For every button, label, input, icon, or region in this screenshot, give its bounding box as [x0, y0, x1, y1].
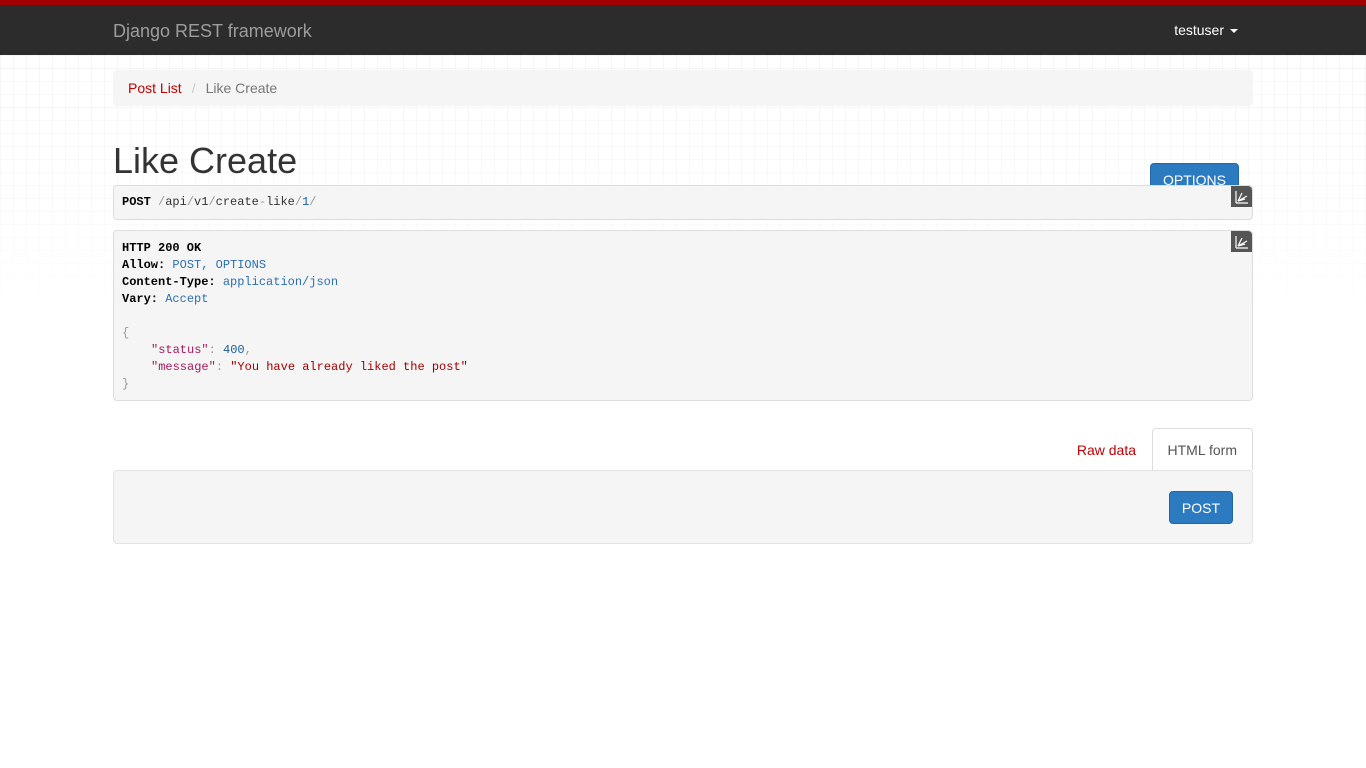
html-form-panel: POST: [113, 470, 1253, 544]
caret-down-icon: [1230, 29, 1238, 33]
tab-raw-data[interactable]: Raw data: [1062, 428, 1151, 471]
breadcrumb-post-list[interactable]: Post List: [128, 80, 182, 96]
tab-html-form[interactable]: HTML form: [1151, 428, 1253, 471]
brand-link[interactable]: Django REST framework: [113, 21, 312, 42]
json-open-brace: {: [122, 326, 130, 340]
page-header: Like Create OPTIONS: [113, 106, 1253, 196]
header-line: Vary: Accept: [122, 291, 1244, 308]
path-part: /: [186, 195, 195, 209]
path-part: api: [165, 195, 187, 209]
json-key: "message": [151, 360, 216, 374]
path-part: v1: [194, 195, 209, 209]
user-dropdown[interactable]: testuser: [1174, 22, 1238, 38]
prettyprint-icon[interactable]: [1231, 231, 1252, 252]
path-part: /: [309, 195, 317, 209]
breadcrumb: Post List / Like Create: [113, 70, 1253, 106]
response-info: HTTP 200 OK Allow: POST, OPTIONS Content…: [113, 230, 1253, 401]
path-part: like: [266, 195, 295, 209]
request-method: POST: [122, 195, 151, 209]
header-name: Vary:: [122, 292, 159, 306]
form-tabs: Raw data HTML form: [113, 428, 1253, 471]
header-value: POST, OPTIONS: [172, 258, 267, 272]
top-navbar: Django REST framework testuser: [0, 0, 1366, 55]
json-key: "status": [151, 343, 209, 357]
path-part: create: [215, 195, 259, 209]
json-value: "You have already liked the post": [230, 360, 468, 374]
header-line: Content-Type: application/json: [122, 274, 1244, 291]
json-value: 400: [223, 343, 245, 357]
header-value: application/json: [222, 275, 339, 289]
json-close-brace: }: [122, 377, 130, 391]
prettyprint-icon[interactable]: [1231, 186, 1252, 207]
username-label: testuser: [1174, 22, 1224, 38]
path-part: -: [258, 195, 267, 209]
header-line: Allow: POST, OPTIONS: [122, 257, 1244, 274]
breadcrumb-separator: /: [191, 80, 196, 96]
header-name: Content-Type:: [122, 275, 216, 289]
main-content: Post List / Like Create Like Create OPTI…: [113, 70, 1253, 196]
breadcrumb-current: Like Create: [205, 80, 278, 96]
header-value: Accept: [165, 292, 209, 306]
request-path: /api/v1/create-like/1/: [158, 195, 316, 209]
json-field: "status": 400,: [151, 343, 252, 357]
request-info: POST /api/v1/create-like/1/: [113, 185, 1253, 220]
path-part: /: [294, 195, 303, 209]
json-field: "message": "You have already liked the p…: [151, 360, 468, 374]
json-comma: ,: [244, 343, 252, 357]
header-name: Allow:: [122, 258, 166, 272]
post-submit-button[interactable]: POST: [1168, 491, 1233, 524]
page-title: Like Create: [113, 140, 298, 181]
path-part: /: [208, 195, 216, 209]
response-status: HTTP 200 OK: [122, 241, 202, 255]
